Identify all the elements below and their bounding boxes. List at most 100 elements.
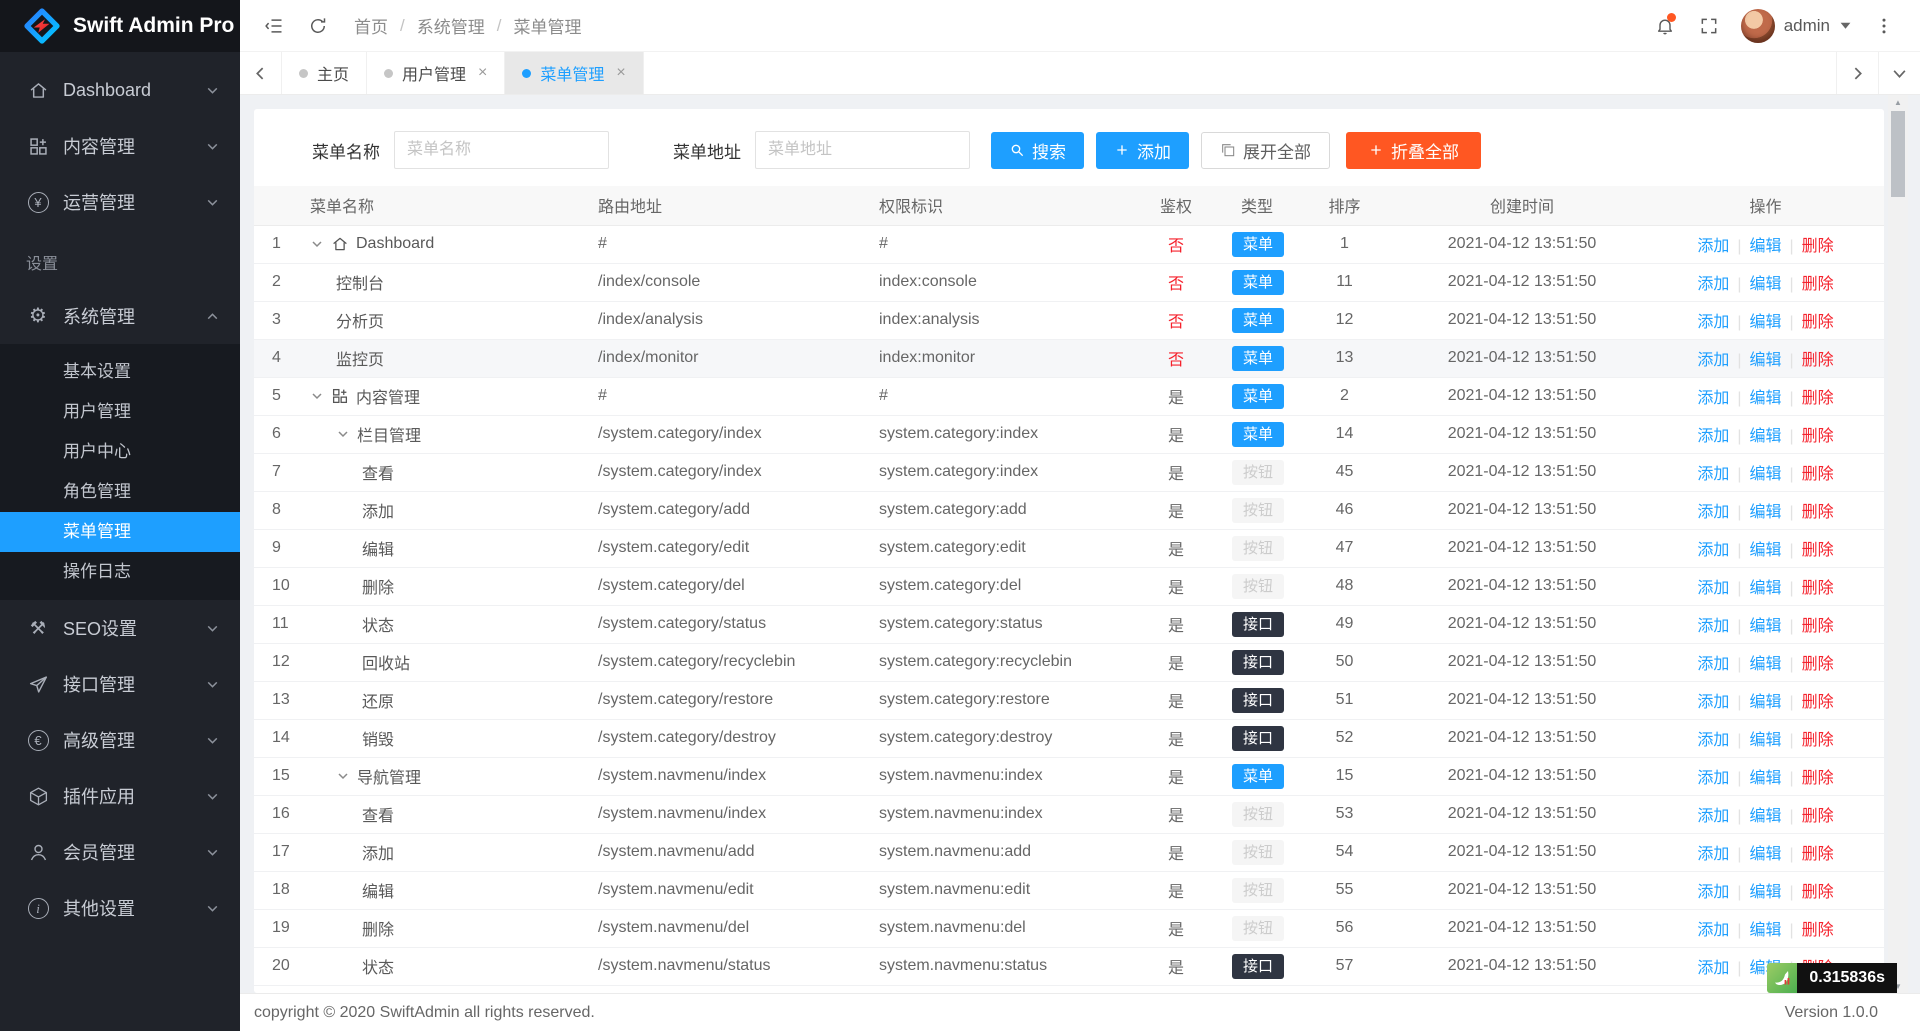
delete-link[interactable]: 删除: [1802, 808, 1834, 825]
edit-link[interactable]: 编辑: [1749, 314, 1781, 331]
sidebar-item-user-management[interactable]: 用户管理: [0, 392, 240, 432]
tab-close-icon[interactable]: ×: [616, 64, 625, 82]
sidebar-item-menu-management[interactable]: 菜单管理: [0, 512, 240, 552]
refresh-icon[interactable]: [296, 0, 340, 51]
edit-link[interactable]: 编辑: [1749, 808, 1781, 825]
edit-link[interactable]: 编辑: [1749, 390, 1781, 407]
delete-link[interactable]: 删除: [1802, 238, 1834, 255]
delete-link[interactable]: 删除: [1802, 428, 1834, 445]
edit-link[interactable]: 编辑: [1749, 352, 1781, 369]
row-expand-icon[interactable]: [310, 237, 324, 251]
add-link[interactable]: 添加: [1697, 542, 1729, 559]
delete-link[interactable]: 删除: [1802, 922, 1834, 939]
tabs-scroll-left-button[interactable]: [240, 52, 282, 94]
sidebar-item-content-management[interactable]: 内容管理: [0, 118, 240, 174]
delete-link[interactable]: 删除: [1802, 314, 1834, 331]
search-button[interactable]: 搜索: [991, 131, 1084, 169]
add-link[interactable]: 添加: [1697, 770, 1729, 787]
edit-link[interactable]: 编辑: [1749, 694, 1781, 711]
expand-all-button[interactable]: 展开全部: [1201, 131, 1330, 169]
sidebar-item-user-center[interactable]: 用户中心: [0, 432, 240, 472]
scroll-up-arrow-icon[interactable]: ▲: [1888, 95, 1908, 109]
add-link[interactable]: 添加: [1697, 276, 1729, 293]
add-link[interactable]: 添加: [1697, 656, 1729, 673]
menu-name-input[interactable]: [394, 131, 609, 169]
edit-link[interactable]: 编辑: [1749, 732, 1781, 749]
edit-link[interactable]: 编辑: [1749, 884, 1781, 901]
delete-link[interactable]: 删除: [1802, 694, 1834, 711]
tab-close-icon[interactable]: ×: [478, 64, 487, 82]
add-link[interactable]: 添加: [1697, 238, 1729, 255]
more-menu-icon[interactable]: [1862, 0, 1906, 51]
sidebar-item-system-management[interactable]: ⚙ 系统管理: [0, 288, 240, 344]
sidebar-item-operation-management[interactable]: ¥ 运营管理: [0, 174, 240, 230]
delete-link[interactable]: 删除: [1802, 770, 1834, 787]
add-link[interactable]: 添加: [1697, 466, 1729, 483]
menu-url-input[interactable]: [755, 131, 970, 169]
delete-link[interactable]: 删除: [1802, 390, 1834, 407]
tab-menu-management[interactable]: 菜单管理 ×: [505, 52, 644, 94]
delete-link[interactable]: 删除: [1802, 618, 1834, 635]
sidebar-item-seo-settings[interactable]: ⚒ SEO设置: [0, 600, 240, 656]
edit-link[interactable]: 编辑: [1749, 922, 1781, 939]
sidebar-item-other-settings[interactable]: i 其他设置: [0, 880, 240, 936]
delete-link[interactable]: 删除: [1802, 276, 1834, 293]
add-link[interactable]: 添加: [1697, 732, 1729, 749]
breadcrumb-item[interactable]: 首页: [354, 13, 388, 38]
add-link[interactable]: 添加: [1697, 618, 1729, 635]
edit-link[interactable]: 编辑: [1749, 276, 1781, 293]
sidebar-item-dashboard[interactable]: Dashboard: [0, 62, 240, 118]
edit-link[interactable]: 编辑: [1749, 504, 1781, 521]
delete-link[interactable]: 删除: [1802, 732, 1834, 749]
add-link[interactable]: 添加: [1697, 580, 1729, 597]
add-link[interactable]: 添加: [1697, 846, 1729, 863]
fullscreen-icon[interactable]: [1687, 0, 1731, 51]
sidebar-item-operation-log[interactable]: 操作日志: [0, 552, 240, 592]
delete-link[interactable]: 删除: [1802, 542, 1834, 559]
edit-link[interactable]: 编辑: [1749, 618, 1781, 635]
user-menu[interactable]: admin: [1731, 8, 1862, 43]
sidebar-item-advanced-management[interactable]: € 高级管理: [0, 712, 240, 768]
edit-link[interactable]: 编辑: [1749, 238, 1781, 255]
add-link[interactable]: 添加: [1697, 352, 1729, 369]
breadcrumb-item[interactable]: 菜单管理: [513, 13, 581, 38]
vertical-scrollbar[interactable]: ▲ ▼: [1888, 95, 1908, 993]
collapse-sidebar-icon[interactable]: [252, 0, 296, 51]
sidebar-item-member-management[interactable]: 会员管理: [0, 824, 240, 880]
edit-link[interactable]: 编辑: [1749, 466, 1781, 483]
edit-link[interactable]: 编辑: [1749, 428, 1781, 445]
sidebar-item-role-management[interactable]: 角色管理: [0, 472, 240, 512]
delete-link[interactable]: 删除: [1802, 580, 1834, 597]
collapse-all-button[interactable]: 折叠全部: [1346, 131, 1481, 169]
add-link[interactable]: 添加: [1697, 960, 1729, 977]
edit-link[interactable]: 编辑: [1749, 846, 1781, 863]
row-expand-icon[interactable]: [336, 769, 350, 783]
delete-link[interactable]: 删除: [1802, 884, 1834, 901]
add-link[interactable]: 添加: [1697, 314, 1729, 331]
sidebar-item-api-management[interactable]: 接口管理: [0, 656, 240, 712]
breadcrumb-item[interactable]: 系统管理: [417, 13, 485, 38]
add-link[interactable]: 添加: [1697, 390, 1729, 407]
add-button[interactable]: 添加: [1096, 131, 1189, 169]
delete-link[interactable]: 删除: [1802, 504, 1834, 521]
delete-link[interactable]: 删除: [1802, 466, 1834, 483]
edit-link[interactable]: 编辑: [1749, 542, 1781, 559]
tabs-scroll-right-button[interactable]: [1836, 52, 1878, 94]
edit-link[interactable]: 编辑: [1749, 656, 1781, 673]
row-expand-icon[interactable]: [336, 427, 350, 441]
tab-user-management[interactable]: 用户管理 ×: [367, 52, 506, 94]
add-link[interactable]: 添加: [1697, 428, 1729, 445]
sidebar-item-plugin-apps[interactable]: 插件应用: [0, 768, 240, 824]
add-link[interactable]: 添加: [1697, 504, 1729, 521]
add-link[interactable]: 添加: [1697, 884, 1729, 901]
sidebar-item-basic-settings[interactable]: 基本设置: [0, 352, 240, 392]
scrollbar-thumb[interactable]: [1891, 111, 1905, 197]
add-link[interactable]: 添加: [1697, 922, 1729, 939]
tab-home[interactable]: 主页: [282, 52, 368, 94]
trace-logo-icon[interactable]: [1767, 963, 1798, 993]
add-link[interactable]: 添加: [1697, 808, 1729, 825]
edit-link[interactable]: 编辑: [1749, 770, 1781, 787]
tabs-menu-button[interactable]: [1878, 52, 1920, 94]
delete-link[interactable]: 删除: [1802, 656, 1834, 673]
add-link[interactable]: 添加: [1697, 694, 1729, 711]
